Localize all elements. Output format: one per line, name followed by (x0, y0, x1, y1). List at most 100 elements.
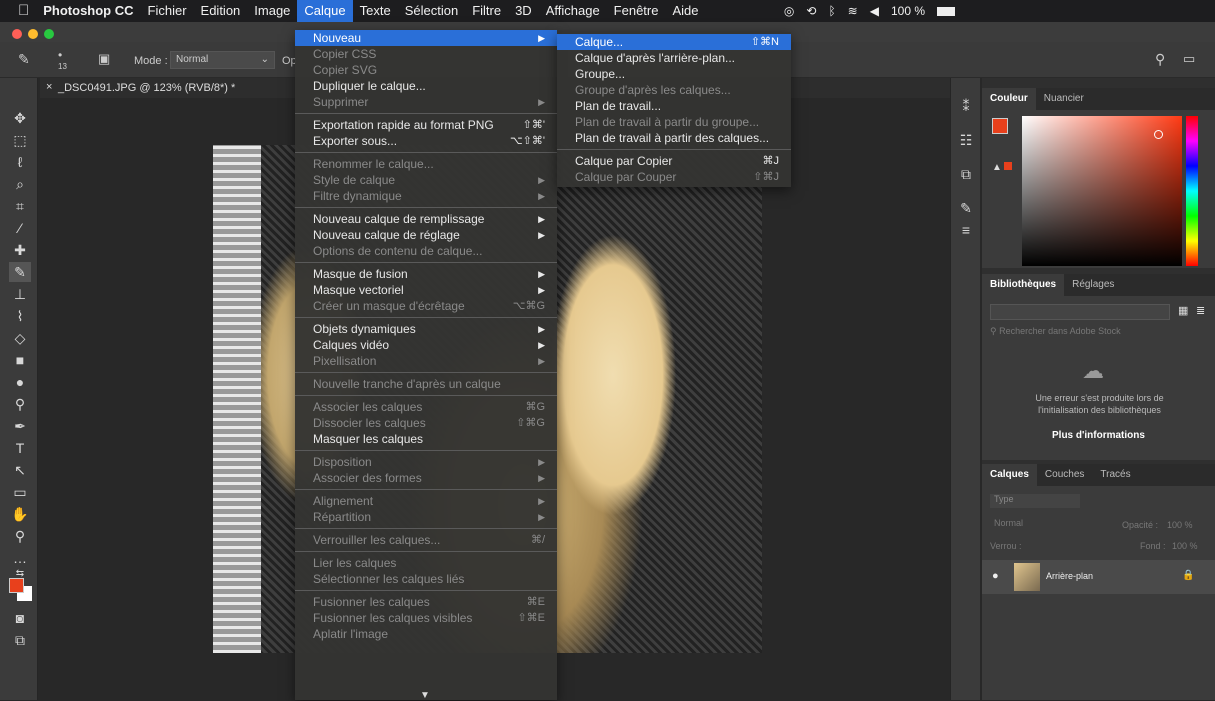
visibility-eye-icon[interactable]: ● (992, 570, 999, 582)
volume-icon[interactable]: ◀ (870, 4, 879, 18)
zoom-window-button[interactable] (44, 29, 54, 39)
adjustments-panel-icon[interactable]: ≡ (955, 220, 977, 240)
hue-slider[interactable] (1186, 116, 1198, 266)
menu-fenetre[interactable]: Fenêtre (607, 0, 666, 22)
calque-menu-item-nouveau-calque-de-remplissage[interactable]: Nouveau calque de remplissage ▶ (295, 211, 557, 227)
tab-traces[interactable]: Tracés (1092, 464, 1138, 486)
creative-cloud-icon[interactable]: ◎ (784, 4, 794, 18)
minimize-window-button[interactable] (28, 29, 38, 39)
stock-search-input[interactable]: ⚲ Rechercher dans Adobe Stock (990, 326, 1208, 342)
eyedropper-tool-icon[interactable]: ⁄ (9, 218, 31, 238)
calque-menu-item-objets-dynamiques[interactable]: Objets dynamiques ▶ (295, 321, 557, 337)
brushes-panel-icon[interactable]: ✎ (955, 198, 977, 218)
blend-mode-select[interactable]: Normal (990, 518, 1090, 532)
tab-calques[interactable]: Calques (982, 464, 1037, 486)
quick-selection-tool-icon[interactable]: ⌕ (9, 174, 31, 194)
calque-menu-item-masquer-les-calques[interactable]: Masquer les calques (295, 431, 557, 447)
nouveau-item-calque-d-apres-l-arriere-plan[interactable]: Calque d'après l'arrière-plan... (557, 50, 791, 66)
menu-scroll-down-icon[interactable]: ▼ (420, 690, 430, 701)
wifi-icon[interactable]: ≋ (848, 4, 858, 18)
more-info-link[interactable]: Plus d'informations (1052, 430, 1145, 441)
menu-edition[interactable]: Edition (194, 0, 248, 22)
search-icon[interactable]: ⚲ (1155, 51, 1165, 68)
clone-stamp-tool-icon[interactable]: ⊥ (9, 284, 31, 304)
tab-reglages[interactable]: Réglages (1064, 274, 1122, 296)
nouveau-item-groupe[interactable]: Groupe... (557, 66, 791, 82)
hand-tool-icon[interactable]: ✋ (9, 504, 31, 524)
dodge-tool-icon[interactable]: ⚲ (9, 394, 31, 414)
nouveau-item-plan-de-travail[interactable]: Plan de travail... (557, 98, 791, 114)
clone-source-icon[interactable]: ⧉ (955, 164, 977, 184)
fg-swatch[interactable] (992, 118, 1008, 134)
menu-texte[interactable]: Texte (353, 0, 398, 22)
screen-mode-icon[interactable]: ⧉ (9, 630, 31, 650)
time-machine-icon[interactable]: ⟲ (806, 4, 816, 18)
menu-image[interactable]: Image (247, 0, 297, 22)
marquee-tool-icon[interactable]: ⬚ (9, 130, 31, 150)
history-brush-tool-icon[interactable]: ⌇ (9, 306, 31, 326)
tab-bibliotheques[interactable]: Bibliothèques (982, 274, 1065, 296)
tab-couches[interactable]: Couches (1037, 464, 1092, 486)
rectangle-tool-icon[interactable]: ▭ (9, 482, 31, 502)
tab-couleur[interactable]: Couleur (982, 88, 1036, 110)
battery-icon[interactable] (937, 6, 955, 16)
history-panel-icon[interactable]: ⁑ (955, 96, 977, 116)
blur-tool-icon[interactable]: ● (9, 372, 31, 392)
brush-size-label: 13 (58, 62, 67, 71)
layer-filter-select[interactable]: Type (990, 494, 1080, 508)
brush-tool-icon[interactable]: ✎ (9, 262, 31, 282)
calque-menu-item-exportation-rapide-au-format-png[interactable]: Exportation rapide au format PNG ⇧⌘' (295, 117, 557, 133)
grid-view-icon[interactable]: ▦ (1178, 304, 1188, 317)
layer-row-background[interactable]: ● Arrière-plan 🔒 (982, 560, 1215, 594)
menu-3d[interactable]: 3D (508, 0, 539, 22)
submenu-arrow-icon: ▶ (538, 457, 545, 467)
lasso-tool-icon[interactable]: ℓ (9, 152, 31, 172)
brush-tool-icon[interactable]: ✎ (18, 51, 30, 68)
menu-calque[interactable]: Calque (297, 0, 353, 22)
properties-panel-icon[interactable]: ☷ (955, 130, 977, 150)
calque-menu-item-exporter-sous[interactable]: Exporter sous... ⌥⇧⌘' (295, 133, 557, 149)
menu-aide[interactable]: Aide (665, 0, 705, 22)
eraser-tool-icon[interactable]: ◇ (9, 328, 31, 348)
color-picker-circle[interactable] (1154, 130, 1163, 139)
pen-tool-icon[interactable]: ✒ (9, 416, 31, 436)
list-view-icon[interactable]: ≣ (1196, 304, 1205, 317)
nouveau-item-plan-de-travail-a-partir-des-calques[interactable]: Plan de travail à partir des calques... (557, 130, 791, 146)
calque-menu-item-nouveau-calque-de-reglage[interactable]: Nouveau calque de réglage ▶ (295, 227, 557, 243)
quick-mask-icon[interactable]: ◙ (9, 608, 31, 628)
bluetooth-icon[interactable]: ᛒ (828, 4, 835, 18)
type-tool-icon[interactable]: T (9, 438, 31, 458)
menu-app[interactable]: Photoshop CC (36, 0, 140, 22)
calque-menu-item-masque-de-fusion[interactable]: Masque de fusion ▶ (295, 266, 557, 282)
document-tab-title[interactable]: _DSC0491.JPG @ 123% (RVB/8*) * (58, 82, 235, 94)
workspace-icon[interactable]: ▭ (1183, 51, 1195, 67)
fill-value[interactable]: 100 % (1172, 541, 1198, 551)
opacity-value[interactable]: 100 % (1167, 520, 1193, 530)
nouveau-item-calque[interactable]: Calque... ⇧⌘N (557, 34, 791, 50)
crop-tool-icon[interactable]: ⌗ (9, 196, 31, 216)
library-select[interactable] (990, 304, 1170, 320)
apple-menu[interactable]:  (0, 0, 36, 22)
mode-select[interactable]: Normal ⌄ (170, 51, 275, 69)
gradient-tool-icon[interactable]: ■ (9, 350, 31, 370)
zoom-tool-icon[interactable]: ⚲ (9, 526, 31, 546)
healing-brush-tool-icon[interactable]: ✚ (9, 240, 31, 260)
submenu-arrow-icon: ▶ (538, 214, 545, 224)
calque-menu-item-calques-video[interactable]: Calques vidéo ▶ (295, 337, 557, 353)
menu-selection[interactable]: Sélection (398, 0, 465, 22)
foreground-color-swatch[interactable] (9, 578, 24, 593)
close-window-button[interactable] (12, 29, 22, 39)
nouveau-item-calque-par-copier[interactable]: Calque par Copier ⌘J (557, 153, 791, 169)
menu-filtre[interactable]: Filtre (465, 0, 508, 22)
calque-menu-item-masque-vectoriel[interactable]: Masque vectoriel ▶ (295, 282, 557, 298)
menu-affichage[interactable]: Affichage (539, 0, 607, 22)
close-tab-icon[interactable]: × (46, 81, 52, 93)
brush-preset-picker[interactable]: • (58, 48, 62, 62)
brush-panel-icon[interactable]: ▣ (98, 51, 110, 67)
calque-menu-item-nouveau[interactable]: Nouveau ▶ (295, 30, 557, 46)
calque-menu-item-dupliquer-le-calque[interactable]: Dupliquer le calque... (295, 78, 557, 94)
menu-fichier[interactable]: Fichier (141, 0, 194, 22)
tab-nuancier[interactable]: Nuancier (1036, 88, 1092, 110)
move-tool-icon[interactable]: ✥ (9, 108, 31, 128)
path-selection-tool-icon[interactable]: ↖ (9, 460, 31, 480)
